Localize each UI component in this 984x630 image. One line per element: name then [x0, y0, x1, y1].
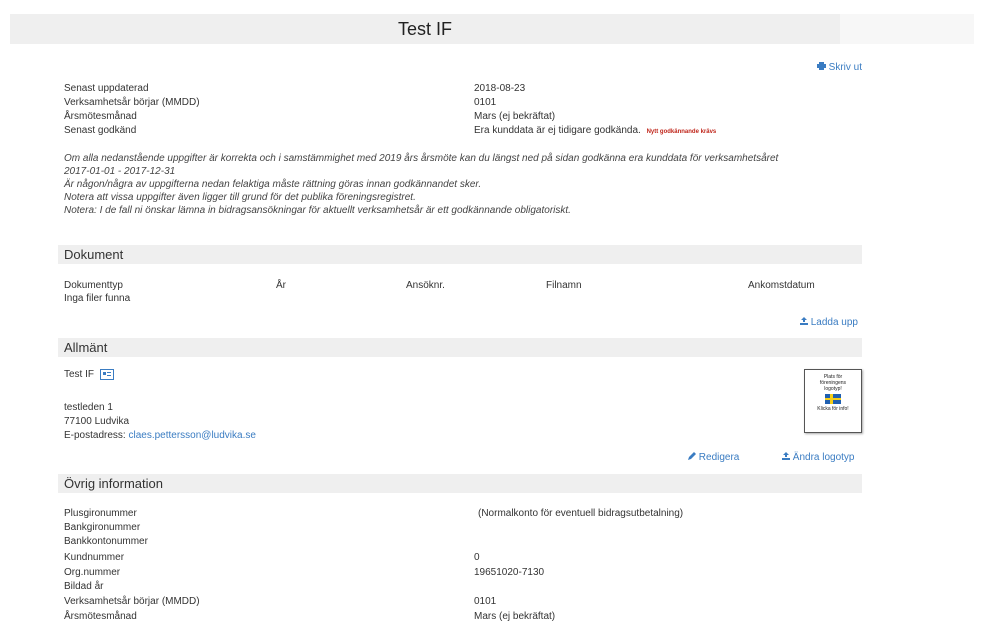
- logo-placeholder[interactable]: Plats för föreningens logotyp! Klicka fö…: [804, 369, 862, 433]
- logo-text: logotyp!: [824, 386, 842, 392]
- association-name-row: Test IF: [64, 369, 114, 380]
- info-label: Plusgironummer: [64, 508, 137, 519]
- general-heading: Allmänt: [58, 338, 862, 357]
- info-row: Bankgironummer: [64, 522, 140, 534]
- summary-row: Senast godkänd Era kunddata är ej tidiga…: [64, 125, 716, 137]
- edit-button[interactable]: Redigera: [688, 452, 739, 463]
- info-row: Kundnummer 0: [64, 552, 480, 564]
- street-address: testleden 1: [64, 402, 113, 413]
- info-value: 19651020-7130: [474, 567, 545, 578]
- summary-value: 2018-08-23: [474, 83, 526, 94]
- info-row: Bankkontonummer: [64, 536, 148, 548]
- postal-address: 77100 Ludvika: [64, 416, 130, 427]
- info-value: 0101: [474, 596, 497, 607]
- approval-text: Era kunddata är ej tidigare godkända.: [474, 125, 641, 136]
- no-files-message: Inga filer funna: [64, 293, 131, 304]
- summary-value: Mars (ej bekräftat): [474, 111, 556, 122]
- summary-label: Årsmötesmånad: [64, 111, 137, 122]
- info-value: (Normalkonto för eventuell bidragsutbeta…: [478, 508, 684, 519]
- column-header-filename: Filnamn: [546, 280, 582, 291]
- approval-required-badge: Nytt godkännande krävs: [646, 129, 717, 135]
- other-info-heading: Övrig information: [58, 474, 862, 493]
- email-row: E-postadress: claes.pettersson@ludvika.s…: [64, 430, 256, 441]
- documents-heading: Dokument: [58, 245, 862, 264]
- summary-label: Senast godkänd: [64, 125, 137, 136]
- summary-row: Senast uppdaterad 2018-08-23: [64, 83, 525, 95]
- print-button[interactable]: Skriv ut: [816, 62, 862, 73]
- info-label: Bildad år: [64, 581, 104, 592]
- change-logo-label: Ändra logotyp: [792, 452, 855, 463]
- info-row: Bildad år: [64, 581, 103, 593]
- page-header: Test IF: [10, 14, 840, 44]
- info-row: Årsmötesmånad Mars (ej bekräftat): [64, 611, 555, 623]
- pencil-icon: [688, 452, 696, 460]
- note-line: Är någon/några av uppgifterna nedan fela…: [64, 179, 482, 190]
- info-row: Plusgironummer (Normalkonto för eventuel…: [64, 508, 683, 520]
- column-header-appno: Ansöknr.: [406, 280, 445, 291]
- column-header-doctype: Dokumenttyp: [64, 280, 123, 291]
- print-label: Skriv ut: [828, 62, 862, 73]
- change-logo-button[interactable]: Ändra logotyp: [782, 452, 855, 463]
- upload-icon: [799, 317, 808, 325]
- info-value: Mars (ej bekräftat): [474, 611, 556, 622]
- info-value: 0: [474, 552, 480, 563]
- summary-label: Verksamhetsår börjar (MMDD): [64, 97, 200, 108]
- column-header-arrival-date: Ankomstdatum: [748, 280, 815, 291]
- info-label: Verksamhetsår börjar (MMDD): [64, 596, 200, 607]
- association-name: Test IF: [64, 369, 95, 381]
- summary-label: Senast uppdaterad: [64, 83, 149, 94]
- info-row: Verksamhetsår börjar (MMDD) 0101: [64, 596, 496, 608]
- logo-info-text: Klicka för info!: [817, 406, 849, 412]
- contact-card-icon[interactable]: [99, 369, 114, 380]
- page-title: Test IF: [397, 19, 452, 39]
- upload-icon: [782, 452, 790, 460]
- email-link[interactable]: claes.pettersson@ludvika.se: [128, 430, 255, 441]
- summary-row: Årsmötesmånad Mars (ej bekräftat): [64, 111, 555, 123]
- note-line: Notera att vissa uppgifter även ligger t…: [64, 192, 416, 203]
- edit-label: Redigera: [698, 452, 740, 463]
- email-label: E-postadress:: [64, 430, 126, 441]
- upload-label: Ladda upp: [810, 317, 858, 328]
- header-right-area: [840, 14, 974, 44]
- summary-row: Verksamhetsår börjar (MMDD) 0101: [64, 97, 496, 109]
- note-line: Notera: I de fall ni önskar lämna in bid…: [64, 205, 571, 216]
- info-label: Bankkontonummer: [64, 536, 148, 547]
- info-row: Org.nummer 19651020-7130: [64, 567, 544, 579]
- upload-button[interactable]: Ladda upp: [799, 317, 858, 328]
- info-label: Årsmötesmånad: [64, 611, 137, 622]
- approval-notes: Om alla nedanstående uppgifter är korrek…: [64, 152, 862, 217]
- column-header-year: År: [276, 280, 286, 291]
- info-label: Org.nummer: [64, 567, 121, 578]
- info-label: Bankgironummer: [64, 522, 141, 533]
- swedish-flag-icon: [825, 394, 841, 404]
- info-label: Kundnummer: [64, 552, 125, 563]
- approval-status: Era kunddata är ej tidigare godkända. Ny…: [474, 125, 716, 138]
- printer-icon: [816, 62, 826, 70]
- summary-value: 0101: [474, 97, 497, 108]
- note-line: 2017-01-01 - 2017-12-31: [64, 166, 176, 177]
- note-line: Om alla nedanstående uppgifter är korrek…: [64, 153, 779, 164]
